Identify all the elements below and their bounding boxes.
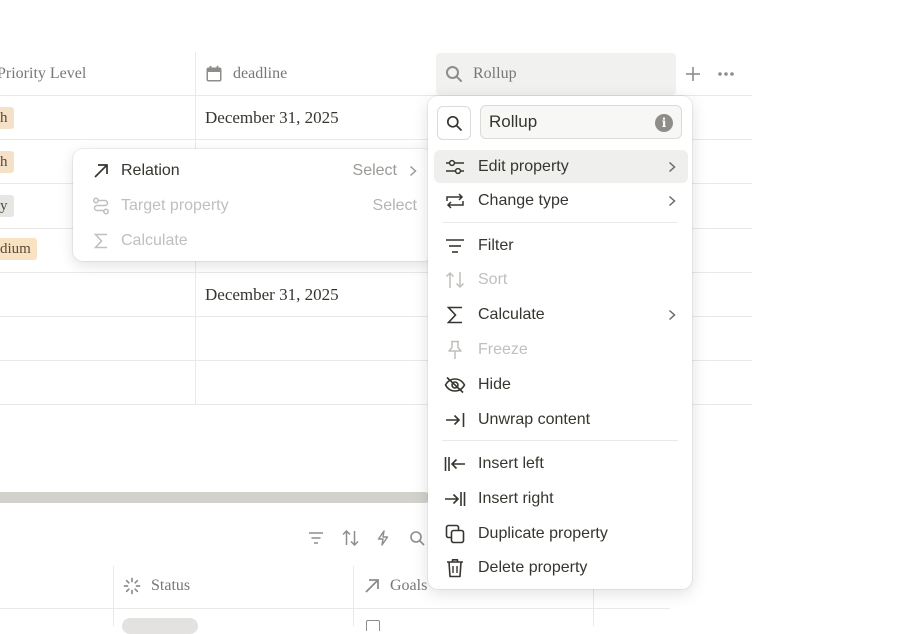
pin-icon (444, 339, 466, 361)
duplicate-property-item[interactable]: Duplicate property (434, 517, 688, 550)
column-header-rollup-active[interactable]: Rollup (436, 53, 676, 95)
column-divider (113, 566, 114, 626)
filter-icon[interactable] (306, 528, 326, 548)
arrow-up-right-icon (365, 579, 379, 593)
arrow-up-right-icon (91, 161, 111, 181)
column-divider (353, 566, 354, 626)
sliders-icon (444, 156, 466, 178)
search-icon[interactable] (407, 528, 427, 548)
target-property-row: Target property Select (91, 191, 417, 221)
priority-tag[interactable]: y (0, 195, 14, 217)
more-options-icon[interactable] (716, 65, 736, 83)
insert-left-icon (444, 453, 466, 475)
property-icon-button[interactable] (437, 106, 471, 140)
change-type-icon (444, 190, 466, 212)
chevron-right-icon (409, 165, 417, 177)
calendar-icon (206, 65, 222, 81)
delete-property-item[interactable]: Delete property (434, 551, 688, 584)
deadline-cell[interactable]: December 31, 2025 (205, 108, 339, 128)
property-name-input[interactable]: Rollup i (480, 105, 682, 139)
trash-icon (444, 557, 466, 579)
hide-item[interactable]: Hide (434, 368, 688, 401)
sigma-icon (91, 231, 111, 251)
relation-select[interactable]: Select (353, 162, 417, 180)
calculate-item[interactable]: Calculate (434, 298, 688, 331)
menu-divider (442, 222, 678, 223)
add-column-plus-icon[interactable] (684, 65, 702, 83)
edit-property-item[interactable]: Edit property (434, 150, 688, 183)
priority-tag[interactable]: h (0, 107, 14, 129)
insert-left-item[interactable]: Insert left (434, 447, 688, 480)
sigma-icon (444, 304, 466, 326)
status-pill[interactable] (122, 618, 198, 634)
column-header-goals[interactable]: Goals (364, 566, 427, 606)
insert-right-icon (444, 488, 466, 510)
filter-item[interactable]: Filter (434, 229, 688, 262)
change-type-item[interactable]: Change type (434, 184, 688, 217)
unwrap-content-item[interactable]: Unwrap content (434, 403, 688, 436)
sort-icon[interactable] (340, 528, 360, 548)
deadline-cell[interactable]: December 31, 2025 (205, 285, 339, 305)
horizontal-scrollbar[interactable] (0, 492, 430, 503)
route-icon (91, 196, 111, 216)
eye-slash-icon (444, 374, 466, 396)
priority-tag[interactable]: dium (0, 238, 37, 260)
column-header-priority-level[interactable]: Priority Level (0, 52, 86, 95)
target-property-select: Select (372, 197, 417, 214)
status-loading-icon (123, 577, 141, 595)
priority-tag[interactable]: h (0, 151, 14, 173)
sort-icon (444, 269, 466, 291)
relation-row[interactable]: Relation Select (91, 156, 417, 186)
info-icon[interactable]: i (655, 114, 673, 132)
duplicate-icon (444, 523, 466, 545)
page-icon (366, 620, 380, 631)
row-divider (0, 608, 670, 609)
chevron-right-icon (668, 195, 676, 207)
rollup-config-popup: Relation Select Target property Select C… (73, 149, 433, 261)
insert-right-item[interactable]: Insert right (434, 482, 688, 515)
chevron-right-icon (668, 309, 676, 321)
sort-item: Sort (434, 263, 688, 296)
chevron-right-icon (668, 161, 676, 173)
filter-icon (444, 235, 466, 257)
calculate-row: Calculate (91, 226, 417, 256)
menu-divider (442, 440, 678, 441)
column-header-status[interactable]: Status (123, 566, 190, 606)
search-icon (446, 115, 462, 131)
column-header-deadline[interactable]: deadline (205, 52, 287, 95)
freeze-item: Freeze (434, 333, 688, 366)
automation-bolt-icon[interactable] (373, 528, 393, 548)
search-icon (446, 66, 462, 82)
property-menu: Rollup i Edit property Change type Filte… (428, 96, 692, 589)
unwrap-arrow-icon (444, 409, 466, 431)
